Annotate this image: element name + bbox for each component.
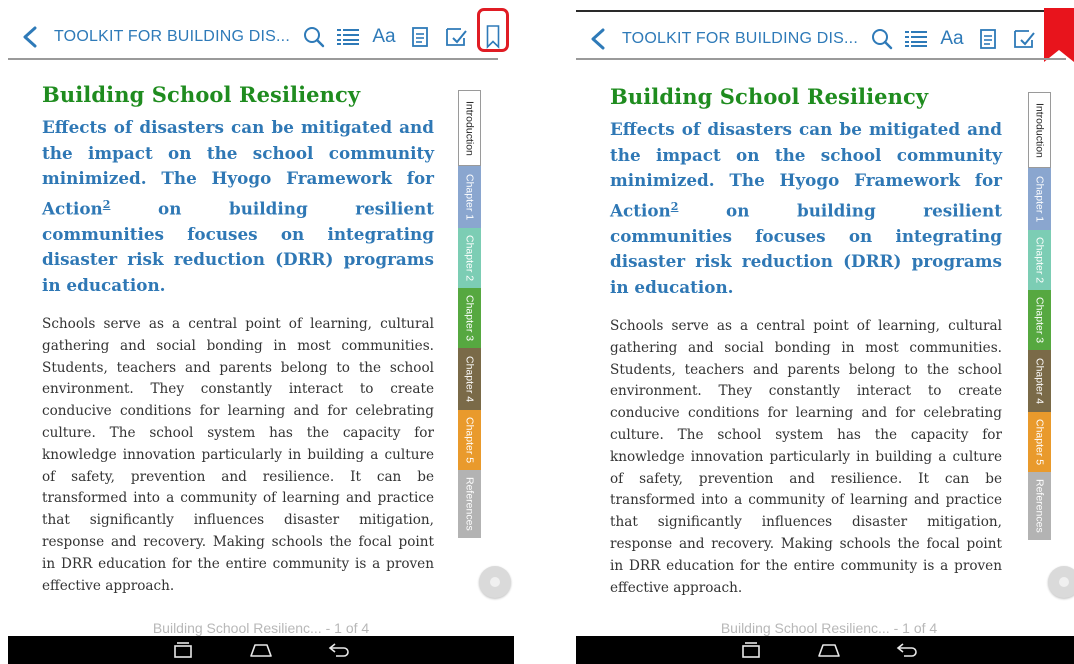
notes-button[interactable] [410,24,430,50]
bookmark-highlight-outline [477,8,509,52]
page-indicator: Building School Resilienc... - 1 of 4 [152,620,370,636]
home-icon[interactable] [816,640,842,660]
font-size-button[interactable]: Aa [370,24,398,50]
tab-label: Chapter 1 [1033,175,1046,223]
toolbar-divider [576,58,1066,60]
tab-chapter-1[interactable]: Chapter 1 [1028,168,1051,230]
reader-screen-after: TOOLKIT FOR BUILDING DIS... Aa Building … [576,0,1074,664]
back-icon[interactable] [326,640,352,660]
article-content: Building School Resiliency Effects of di… [42,82,434,597]
tab-label: Chapter 2 [463,234,476,282]
annotate-button[interactable] [1012,26,1036,52]
floating-menu-button[interactable] [479,566,511,598]
annotate-icon [1014,30,1035,48]
font-size-icon: Aa [940,28,964,49]
chapter-tabs: Introduction Chapter 1 Chapter 2 Chapter… [1028,92,1051,540]
article-title: Building School Resiliency [42,82,361,107]
font-size-icon: Aa [372,26,396,47]
tab-label: Chapter 3 [463,294,476,342]
search-icon [872,29,893,50]
search-icon [304,27,325,48]
tab-label: Chapter 1 [463,173,476,221]
tab-label: Chapter 4 [463,355,476,403]
tab-label: Chapter 5 [463,416,476,464]
tab-label: References [463,477,476,531]
reader-toolbar: TOOLKIT FOR BUILDING DIS... Aa [8,8,514,56]
article-body: Schools serve as a central point of lear… [42,316,434,594]
tab-introduction[interactable]: Introduction [1028,92,1051,168]
tab-chapter-3[interactable]: Chapter 3 [1028,290,1051,350]
tab-label: Chapter 3 [1033,296,1046,344]
tab-introduction[interactable]: Introduction [458,90,481,166]
chapter-tabs: Introduction Chapter 1 Chapter 2 Chapter… [458,90,481,538]
reader-toolbar: TOOLKIT FOR BUILDING DIS... Aa [576,10,1074,58]
system-navigation-bar [576,636,1074,664]
tab-chapter-2[interactable]: Chapter 2 [1028,230,1051,290]
floating-menu-button[interactable] [1048,566,1074,598]
annotate-button[interactable] [444,24,468,50]
reader-screen-before: TOOLKIT FOR BUILDING DIS... Aa Building … [8,0,514,664]
article-lead: Effects of disasters can be mitigated an… [42,115,434,298]
annotate-icon [446,28,467,46]
article-body: Schools serve as a central point of lear… [610,318,1002,596]
book-title: TOOLKIT FOR BUILDING DIS... [54,28,290,45]
table-of-contents-icon [905,31,927,47]
recent-apps-icon[interactable] [170,640,196,660]
recent-apps-icon[interactable] [738,640,764,660]
tab-label: Introduction [463,100,476,156]
search-button[interactable] [870,26,894,52]
tab-references[interactable]: References [1028,472,1051,540]
font-size-button[interactable]: Aa [938,26,966,52]
notes-button[interactable] [978,26,998,52]
tab-chapter-5[interactable]: Chapter 5 [1028,412,1051,472]
tab-chapter-5[interactable]: Chapter 5 [458,410,481,470]
table-of-contents-button[interactable] [904,26,928,52]
tab-chapter-4[interactable]: Chapter 4 [1028,350,1051,412]
book-title: TOOLKIT FOR BUILDING DIS... [622,30,858,47]
back-arrow-icon[interactable] [588,28,608,50]
tab-chapter-2[interactable]: Chapter 2 [458,228,481,288]
system-navigation-bar [8,636,514,664]
article-lead: Effects of disasters can be mitigated an… [610,117,1002,300]
toolbar-divider [8,58,498,60]
tab-chapter-3[interactable]: Chapter 3 [458,288,481,348]
tab-label: References [1033,479,1046,533]
table-of-contents-icon [337,29,359,45]
home-icon[interactable] [248,640,274,660]
tab-chapter-4[interactable]: Chapter 4 [458,348,481,410]
notes-icon [980,29,996,49]
notes-icon [412,27,428,47]
tab-label: Chapter 4 [1033,357,1046,405]
tab-references[interactable]: References [458,470,481,538]
search-button[interactable] [302,24,326,50]
tab-label: Introduction [1033,102,1046,158]
tab-label: Chapter 2 [1033,236,1046,284]
back-arrow-icon[interactable] [20,26,40,48]
table-of-contents-button[interactable] [336,24,360,50]
page-indicator: Building School Resilienc... - 1 of 4 [720,620,938,636]
bookmark-ribbon-icon[interactable] [1044,8,1074,62]
tab-chapter-1[interactable]: Chapter 1 [458,166,481,228]
article-content: Building School Resiliency Effects of di… [610,84,1002,599]
back-icon[interactable] [894,640,920,660]
article-title: Building School Resiliency [610,84,929,109]
tab-label: Chapter 5 [1033,418,1046,466]
